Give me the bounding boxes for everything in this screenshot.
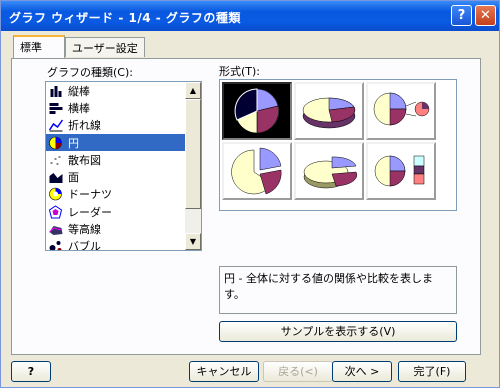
scatter-chart-icon: [50, 155, 61, 165]
title-bar[interactable]: グラフ ウィザード - 1/4 - グラフの種類 ? ✕: [1, 1, 499, 31]
bar-chart-icon: [49, 102, 63, 114]
list-item-label: レーダー: [68, 205, 112, 219]
chart-subtype-grid: [219, 79, 457, 211]
list-item[interactable]: 円: [46, 133, 185, 152]
subtype-exploded-3d-pie[interactable]: [294, 142, 364, 200]
list-item[interactable]: 横棒: [46, 99, 185, 116]
cancel-button[interactable]: キャンセル: [189, 361, 259, 382]
list-item[interactable]: 散布図: [46, 151, 185, 168]
pie-chart-icon: [49, 136, 62, 149]
list-item-label: ドーナツ: [68, 188, 112, 202]
subtype-pie-of-pie[interactable]: [366, 82, 436, 140]
chart-type-label: グラフの種類(C):: [47, 66, 133, 79]
pie-3d-icon: [302, 97, 356, 129]
subtype-bar-of-pie[interactable]: [366, 142, 436, 200]
tab-standard[interactable]: 標準: [13, 35, 65, 58]
show-sample-button[interactable]: サンプルを表示する(V): [219, 321, 457, 342]
exploded-pie-3d-icon: [303, 156, 358, 189]
description-box: 円 - 全体に対する値の関係や比較を表します。: [219, 266, 457, 314]
chart-type-items: 縦棒横棒折れ線円散布図面ドーナツレーダー等高線バブル: [46, 82, 185, 251]
chart-type-list[interactable]: 縦棒横棒折れ線円散布図面ドーナツレーダー等高線バブル ▲ ▼: [45, 81, 202, 251]
subtype-pie[interactable]: [222, 82, 292, 140]
pie-of-pie-icon: [373, 92, 430, 126]
list-item[interactable]: 縦棒: [46, 82, 185, 99]
list-item-label: 縦棒: [68, 84, 90, 98]
radar-chart-icon: [48, 205, 63, 219]
office-assistant-button[interactable]: ?: [11, 361, 51, 382]
list-item[interactable]: 面: [46, 168, 185, 185]
close-button[interactable]: ✕: [475, 5, 496, 26]
back-button[interactable]: 戻る(<): [263, 361, 333, 382]
list-item-label: 散布図: [68, 153, 101, 167]
list-item[interactable]: ドーナツ: [46, 186, 185, 203]
doughnut-chart-icon: [49, 188, 62, 201]
line-chart-icon: [48, 119, 64, 132]
list-item-label: 横棒: [68, 101, 90, 115]
bar-of-pie-icon: [374, 155, 425, 187]
list-item-label: 等高線: [68, 223, 101, 237]
column-chart-icon: [50, 85, 62, 97]
chart-wizard-window: グラフ ウィザード - 1/4 - グラフの種類 ? ✕ 標準 ユーザー設定 グ…: [0, 0, 500, 388]
list-item-label: 円: [68, 136, 79, 150]
scroll-down-button[interactable]: ▼: [185, 233, 201, 250]
surface-chart-icon: [49, 226, 63, 236]
list-item[interactable]: 等高線: [46, 220, 185, 237]
next-button[interactable]: 次へ >: [332, 361, 392, 382]
bubble-chart-icon: [49, 241, 62, 250]
list-item-label: バブル: [68, 240, 101, 251]
subtype-label: 形式(T):: [219, 65, 261, 78]
subtype-exploded-pie[interactable]: [222, 142, 292, 200]
area-chart-icon: [49, 173, 63, 184]
subtype-3d-pie[interactable]: [294, 82, 364, 140]
list-item[interactable]: バブル: [46, 238, 185, 251]
tab-custom[interactable]: ユーザー設定: [65, 37, 145, 57]
list-item-label: 面: [68, 171, 79, 185]
finish-button[interactable]: 完了(F): [398, 361, 466, 382]
window-title: グラフ ウィザード - 1/4 - グラフの種類: [9, 11, 241, 25]
list-item-label: 折れ線: [68, 119, 101, 133]
scroll-up-button[interactable]: ▲: [185, 82, 201, 99]
list-scrollbar[interactable]: ▲ ▼: [185, 82, 201, 250]
exploded-pie-icon: [231, 147, 282, 195]
pie-icon: [234, 88, 279, 134]
list-item[interactable]: レーダー: [46, 203, 185, 220]
help-button[interactable]: ?: [451, 5, 472, 26]
description-text: 円 - 全体に対する値の関係や比較を表します。: [224, 272, 433, 301]
scroll-thumb[interactable]: [185, 99, 201, 209]
list-item[interactable]: 折れ線: [46, 117, 185, 134]
